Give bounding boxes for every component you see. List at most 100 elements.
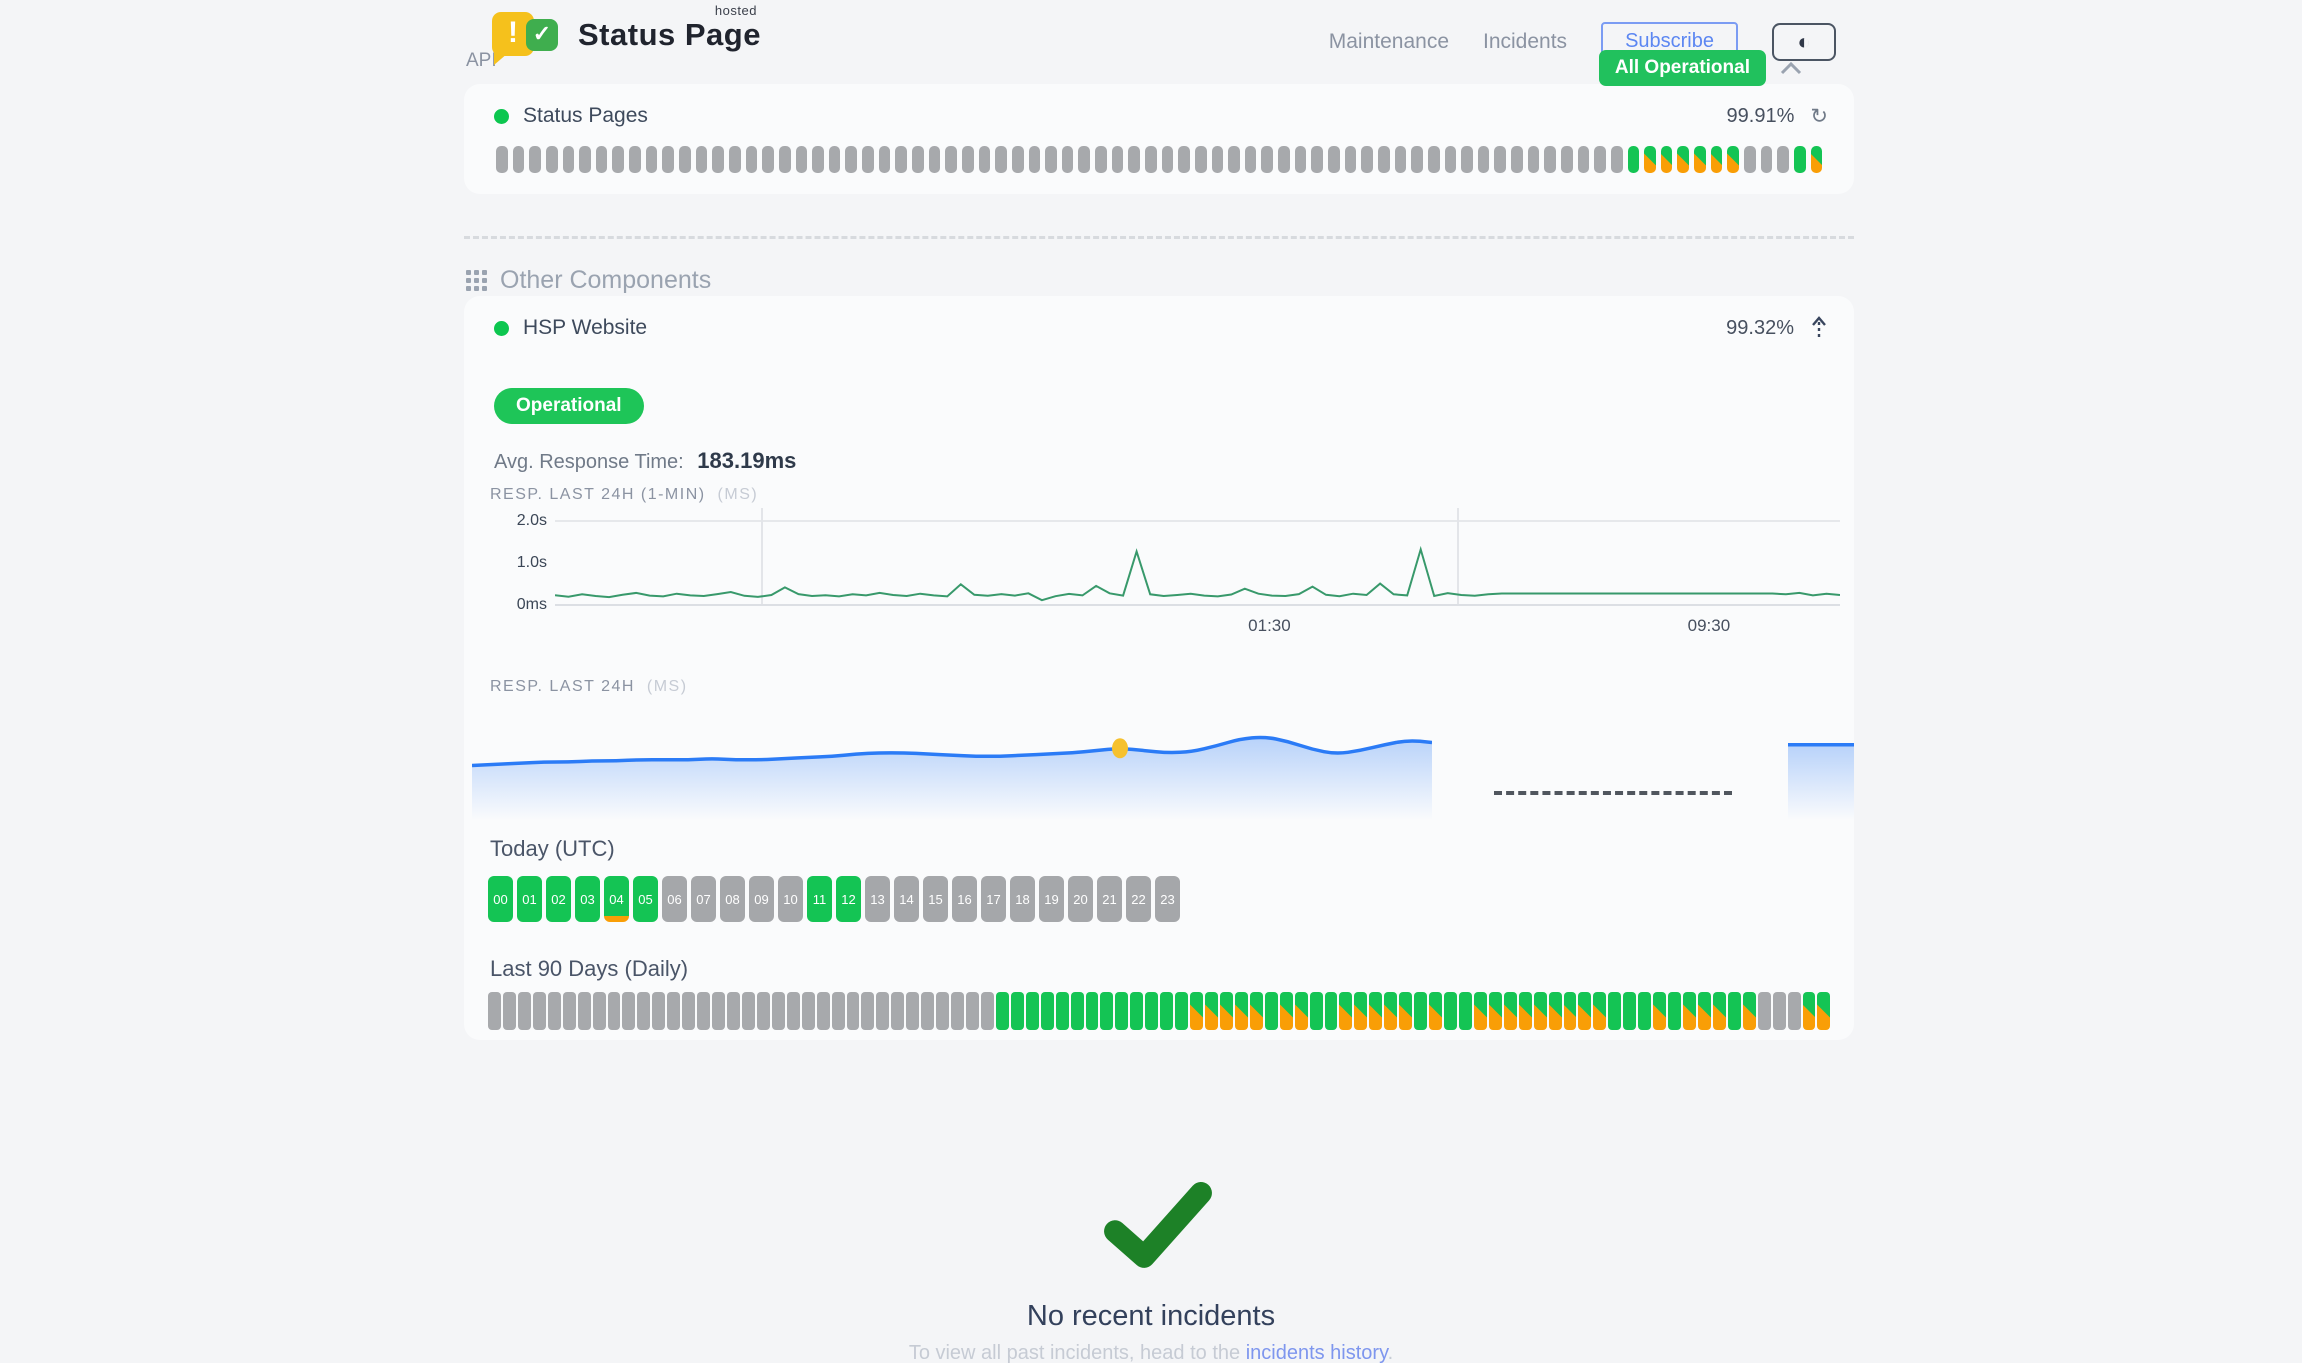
day-block[interactable] — [1325, 992, 1338, 1030]
day-block[interactable] — [1145, 992, 1158, 1030]
nav-link-incidents[interactable]: Incidents — [1483, 30, 1567, 54]
nav-link-maintenance[interactable]: Maintenance — [1329, 30, 1449, 54]
uptime-bar[interactable] — [1112, 146, 1124, 173]
uptime-bar[interactable] — [1777, 146, 1789, 173]
uptime-bar[interactable] — [979, 146, 991, 173]
uptime-bar[interactable] — [1478, 146, 1490, 173]
uptime-bar[interactable] — [679, 146, 691, 173]
day-block[interactable] — [1265, 992, 1278, 1030]
uptime-bar[interactable] — [1445, 146, 1457, 173]
hour-block-03[interactable]: 03 — [575, 876, 600, 922]
day-block[interactable] — [817, 992, 830, 1030]
day-block[interactable] — [593, 992, 606, 1030]
day-block[interactable] — [1608, 992, 1621, 1030]
hour-block-21[interactable]: 21 — [1097, 876, 1122, 922]
uptime-bar[interactable] — [1628, 146, 1640, 173]
day-block[interactable] — [1698, 992, 1711, 1030]
day-block[interactable] — [1549, 992, 1562, 1030]
day-block[interactable] — [533, 992, 546, 1030]
day-block[interactable] — [1041, 992, 1054, 1030]
arrow-up-dashed-icon[interactable] — [1810, 316, 1828, 340]
uptime-bar[interactable] — [1328, 146, 1340, 173]
uptime-bar[interactable] — [1594, 146, 1606, 173]
day-block[interactable] — [622, 992, 635, 1030]
uptime-bar[interactable] — [662, 146, 674, 173]
uptime-bar[interactable] — [646, 146, 658, 173]
day-block[interactable] — [1534, 992, 1547, 1030]
uptime-bar[interactable] — [1711, 146, 1723, 173]
uptime-bar[interactable] — [1761, 146, 1773, 173]
day-block[interactable] — [667, 992, 680, 1030]
day-block[interactable] — [1399, 992, 1412, 1030]
hour-block-12[interactable]: 12 — [836, 876, 861, 922]
uptime-bar[interactable] — [563, 146, 575, 173]
uptime-bar[interactable] — [1295, 146, 1307, 173]
day-block[interactable] — [742, 992, 755, 1030]
uptime-bar[interactable] — [1012, 146, 1024, 173]
day-block[interactable] — [1354, 992, 1367, 1030]
uptime-bar[interactable] — [1461, 146, 1473, 173]
day-block[interactable] — [563, 992, 576, 1030]
day-block[interactable] — [981, 992, 994, 1030]
day-block[interactable] — [1444, 992, 1457, 1030]
day-block[interactable] — [1593, 992, 1606, 1030]
uptime-bar[interactable] — [1694, 146, 1706, 173]
uptime-bar[interactable] — [1511, 146, 1523, 173]
day-block[interactable] — [1758, 992, 1771, 1030]
day-block[interactable] — [637, 992, 650, 1030]
uptime-bar[interactable] — [1811, 146, 1823, 173]
day-block[interactable] — [608, 992, 621, 1030]
day-block[interactable] — [861, 992, 874, 1030]
uptime-bar[interactable] — [1494, 146, 1506, 173]
day-block[interactable] — [936, 992, 949, 1030]
day-block[interactable] — [697, 992, 710, 1030]
uptime-bar[interactable] — [1794, 146, 1806, 173]
day-block[interactable] — [1339, 992, 1352, 1030]
day-block[interactable] — [921, 992, 934, 1030]
component-row[interactable]: Status Pages 99.91% ↻ — [494, 104, 1828, 128]
day-block[interactable] — [1668, 992, 1681, 1030]
incidents-history-link[interactable]: incidents history — [1246, 1342, 1388, 1363]
uptime-bar[interactable] — [1428, 146, 1440, 173]
uptime-bar[interactable] — [1095, 146, 1107, 173]
hour-block-17[interactable]: 17 — [981, 876, 1006, 922]
hour-block-16[interactable]: 16 — [952, 876, 977, 922]
day-block[interactable] — [966, 992, 979, 1030]
day-block[interactable] — [1788, 992, 1801, 1030]
hour-block-02[interactable]: 02 — [546, 876, 571, 922]
day-block[interactable] — [1250, 992, 1263, 1030]
component-row[interactable]: HSP Website 99.32% — [494, 316, 1828, 340]
day-block[interactable] — [1414, 992, 1427, 1030]
hour-block-01[interactable]: 01 — [517, 876, 542, 922]
day-block[interactable] — [1638, 992, 1651, 1030]
day-block[interactable] — [1429, 992, 1442, 1030]
uptime-bar[interactable] — [1228, 146, 1240, 173]
hour-block-10[interactable]: 10 — [778, 876, 803, 922]
uptime-bar[interactable] — [1661, 146, 1673, 173]
uptime-bar[interactable] — [912, 146, 924, 173]
all-operational-badge[interactable]: All Operational — [1599, 50, 1766, 86]
day-block[interactable] — [757, 992, 770, 1030]
uptime-bar[interactable] — [1278, 146, 1290, 173]
uptime-bar[interactable] — [1561, 146, 1573, 173]
day-block[interactable] — [1803, 992, 1816, 1030]
uptime-bar[interactable] — [1078, 146, 1090, 173]
uptime-bar[interactable] — [995, 146, 1007, 173]
uptime-bar[interactable] — [513, 146, 525, 173]
uptime-bar[interactable] — [962, 146, 974, 173]
day-block[interactable] — [1175, 992, 1188, 1030]
day-block[interactable] — [1743, 992, 1756, 1030]
uptime-bar[interactable] — [779, 146, 791, 173]
day-block[interactable] — [548, 992, 561, 1030]
uptime-bar[interactable] — [929, 146, 941, 173]
uptime-bar[interactable] — [1677, 146, 1689, 173]
hour-block-04[interactable]: 04 — [604, 876, 629, 922]
uptime-bar[interactable] — [612, 146, 624, 173]
hour-block-09[interactable]: 09 — [749, 876, 774, 922]
day-block[interactable] — [1310, 992, 1323, 1030]
uptime-bar[interactable] — [845, 146, 857, 173]
day-block[interactable] — [772, 992, 785, 1030]
hour-block-08[interactable]: 08 — [720, 876, 745, 922]
response-line-chart[interactable]: 2.0s 1.0s 0ms 01:30 09:30 — [510, 508, 1840, 608]
hour-block-23[interactable]: 23 — [1155, 876, 1180, 922]
